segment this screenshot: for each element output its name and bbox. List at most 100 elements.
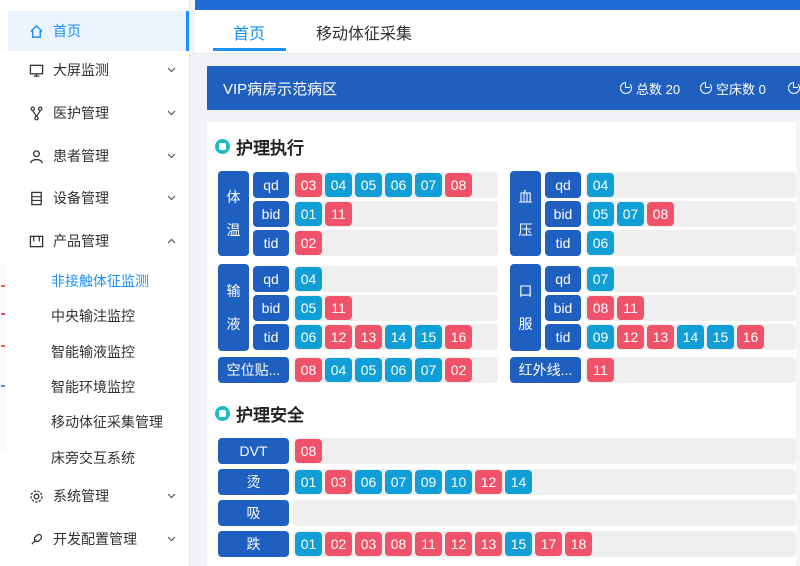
- bed-chip[interactable]: 04: [325, 173, 352, 197]
- row-label-empty-sticker: 空位贴...: [218, 357, 289, 383]
- bed-chip[interactable]: 13: [355, 325, 382, 349]
- bed-chip[interactable]: 11: [617, 296, 644, 320]
- freq-label-qd: qd: [253, 172, 289, 198]
- gear-icon: [28, 488, 44, 504]
- row-label-dvt: DVT: [218, 438, 289, 464]
- row-label-suction: 吸: [218, 500, 289, 526]
- chevron-down-icon: [166, 491, 176, 501]
- edge-strip: [0, 265, 6, 450]
- bed-chip[interactable]: 05: [587, 202, 614, 226]
- bed-chip[interactable]: 14: [677, 325, 704, 349]
- track: [585, 230, 796, 256]
- sidebar-sub-smart-infusion[interactable]: 智能输液监控: [0, 334, 189, 369]
- sidebar-sub-label: 非接触体征监测: [51, 272, 149, 289]
- bed-chip[interactable]: 07: [385, 470, 412, 494]
- bed-chip[interactable]: 14: [505, 470, 532, 494]
- sidebar-item-product[interactable]: 产品管理: [0, 221, 189, 261]
- bed-chip[interactable]: 04: [295, 267, 322, 291]
- scrollbar[interactable]: [796, 122, 800, 566]
- sidebar-item-devconfig[interactable]: 开发配置管理: [0, 519, 189, 559]
- bed-chip[interactable]: 09: [415, 470, 442, 494]
- sidebar-item-device[interactable]: 设备管理: [0, 178, 189, 218]
- total-count: 总数 20: [636, 81, 681, 97]
- bed-chip[interactable]: 05: [295, 296, 322, 320]
- sidebar-sub-bedside[interactable]: 床旁交互系统: [0, 440, 189, 475]
- ward-title: VIP病房示范病区: [223, 80, 338, 98]
- bed-chip[interactable]: 12: [617, 325, 644, 349]
- tab-bar: 首页 移动体征采集: [195, 10, 800, 54]
- bed-chip[interactable]: 06: [385, 173, 412, 197]
- bed-chip[interactable]: 02: [325, 532, 352, 556]
- bed-chip[interactable]: 06: [355, 470, 382, 494]
- bed-chip[interactable]: 15: [707, 325, 734, 349]
- sidebar-sub-env[interactable]: 智能环境监控: [0, 369, 189, 404]
- bed-chip[interactable]: 02: [295, 231, 322, 255]
- bed-chip[interactable]: 06: [587, 231, 614, 255]
- bed-chip[interactable]: 12: [445, 532, 472, 556]
- sidebar: 首页 大屏监测 医护管理 患者管理 设备管理 产品管理 非接触体征监测 中央输注…: [0, 0, 190, 566]
- sidebar-sub-label: 智能环境监控: [51, 378, 135, 395]
- bed-chip[interactable]: 11: [587, 358, 614, 382]
- track: [585, 266, 796, 292]
- bed-chip[interactable]: 08: [295, 358, 322, 382]
- bed-chip[interactable]: 10: [445, 470, 472, 494]
- bed-chip[interactable]: 03: [355, 532, 382, 556]
- bed-chip[interactable]: 01: [295, 202, 322, 226]
- bed-chip[interactable]: 08: [385, 532, 412, 556]
- group-label-char: 体: [226, 189, 241, 206]
- sidebar-sub-central-infusion[interactable]: 中央输注监控: [0, 298, 189, 333]
- bed-chip[interactable]: 09: [587, 325, 614, 349]
- chevron-down-icon: [166, 108, 176, 118]
- bed-chip[interactable]: 06: [385, 358, 412, 382]
- bed-chip[interactable]: 13: [475, 532, 502, 556]
- bed-chip[interactable]: 13: [647, 325, 674, 349]
- bed-chip[interactable]: 06: [295, 325, 322, 349]
- bed-chip[interactable]: 08: [587, 296, 614, 320]
- track: [293, 201, 498, 227]
- bed-chip[interactable]: 17: [535, 532, 562, 556]
- bed-chip[interactable]: 18: [565, 532, 592, 556]
- sidebar-item-staff[interactable]: 医护管理: [0, 93, 189, 133]
- bed-chip[interactable]: 05: [355, 173, 382, 197]
- bed-chip[interactable]: 11: [415, 532, 442, 556]
- sidebar-item-screen[interactable]: 大屏监测: [0, 50, 189, 90]
- bed-chip[interactable]: 15: [505, 532, 532, 556]
- sidebar-item-patient[interactable]: 患者管理: [0, 136, 189, 176]
- bed-chip[interactable]: 07: [587, 267, 614, 291]
- freq-label-bid: bid: [545, 201, 581, 227]
- bed-chip[interactable]: 08: [445, 173, 472, 197]
- bed-chip[interactable]: 14: [385, 325, 412, 349]
- bed-chip[interactable]: 16: [737, 325, 764, 349]
- bed-chip[interactable]: 04: [587, 173, 614, 197]
- bed-chip[interactable]: 05: [355, 358, 382, 382]
- total-stat: 总数 20: [620, 79, 680, 98]
- bed-chip[interactable]: 07: [617, 202, 644, 226]
- bed-chip[interactable]: 04: [325, 358, 352, 382]
- bed-chip[interactable]: 11: [325, 202, 352, 226]
- bed-chip[interactable]: 07: [415, 358, 442, 382]
- bed-chip[interactable]: 01: [295, 470, 322, 494]
- bed-chip[interactable]: 07: [415, 173, 442, 197]
- bed-chip[interactable]: 16: [445, 325, 472, 349]
- sidebar-sub-noncontact[interactable]: 非接触体征监测: [0, 263, 189, 298]
- sidebar-sub-mobile[interactable]: 移动体征采集管理: [0, 404, 189, 439]
- bed-chip[interactable]: 11: [325, 296, 352, 320]
- freq-label-qd: qd: [545, 172, 581, 198]
- sidebar-item-label: 产品管理: [53, 233, 109, 249]
- bed-chip[interactable]: 12: [475, 470, 502, 494]
- section-title: 护理执行: [236, 139, 304, 158]
- bed-chip[interactable]: 03: [325, 470, 352, 494]
- bed-chip[interactable]: 12: [325, 325, 352, 349]
- sidebar-sub-label: 床旁交互系统: [51, 449, 135, 466]
- bed-chip[interactable]: 03: [295, 173, 322, 197]
- section-title: 护理安全: [236, 406, 304, 425]
- tab-mobile-vitals[interactable]: 移动体征采集: [316, 10, 412, 54]
- bed-chip[interactable]: 02: [445, 358, 472, 382]
- sidebar-item-system[interactable]: 系统管理: [0, 476, 189, 516]
- bed-chip[interactable]: 08: [647, 202, 674, 226]
- sidebar-item-home[interactable]: 首页: [8, 11, 189, 51]
- bed-chip[interactable]: 01: [295, 532, 322, 556]
- bed-chip[interactable]: 15: [415, 325, 442, 349]
- section-nursing-exec: 护理执行: [215, 134, 304, 159]
- bed-chip[interactable]: 08: [295, 439, 322, 463]
